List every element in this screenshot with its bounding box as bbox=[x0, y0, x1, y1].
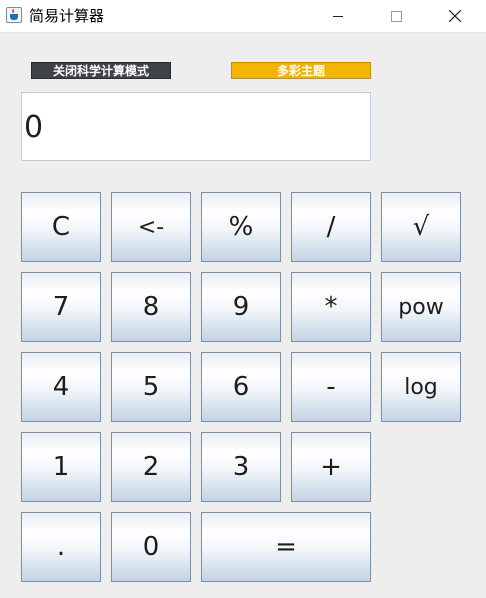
digit-0-button[interactable]: 0 bbox=[111, 512, 191, 582]
digit-9-button[interactable]: 9 bbox=[201, 272, 281, 342]
equals-button[interactable]: = bbox=[201, 512, 371, 582]
multiply-button[interactable]: * bbox=[291, 272, 371, 342]
clear-button[interactable]: C bbox=[21, 192, 101, 262]
digit-3-button[interactable]: 3 bbox=[201, 432, 281, 502]
digit-1-button[interactable]: 1 bbox=[21, 432, 101, 502]
maximize-button[interactable] bbox=[373, 0, 419, 32]
percent-button[interactable]: % bbox=[201, 192, 281, 262]
minimize-button[interactable] bbox=[315, 0, 361, 32]
divide-button[interactable]: / bbox=[291, 192, 371, 262]
digit-7-button[interactable]: 7 bbox=[21, 272, 101, 342]
minus-button[interactable]: - bbox=[291, 352, 371, 422]
close-button[interactable] bbox=[432, 0, 478, 32]
digit-2-button[interactable]: 2 bbox=[111, 432, 191, 502]
colorful-theme-button[interactable]: 多彩主题 bbox=[231, 62, 371, 79]
minimize-icon bbox=[333, 15, 343, 17]
log-button[interactable]: log bbox=[381, 352, 461, 422]
toggle-scientific-mode-button[interactable]: 关闭科学计算模式 bbox=[31, 62, 171, 79]
close-icon bbox=[449, 10, 461, 22]
sqrt-button[interactable]: √ bbox=[381, 192, 461, 262]
java-app-icon bbox=[6, 7, 22, 23]
title-bar: 简易计算器 bbox=[0, 0, 486, 33]
pow-button[interactable]: pow bbox=[381, 272, 461, 342]
digit-4-button[interactable]: 4 bbox=[21, 352, 101, 422]
maximize-icon bbox=[390, 10, 402, 22]
window-title: 简易计算器 bbox=[29, 7, 105, 25]
plus-button[interactable]: + bbox=[291, 432, 371, 502]
digit-6-button[interactable]: 6 bbox=[201, 352, 281, 422]
display-field[interactable]: 0 bbox=[21, 92, 371, 161]
digit-8-button[interactable]: 8 bbox=[111, 272, 191, 342]
digit-5-button[interactable]: 5 bbox=[111, 352, 191, 422]
backspace-button[interactable]: <- bbox=[111, 192, 191, 262]
decimal-point-button[interactable]: . bbox=[21, 512, 101, 582]
